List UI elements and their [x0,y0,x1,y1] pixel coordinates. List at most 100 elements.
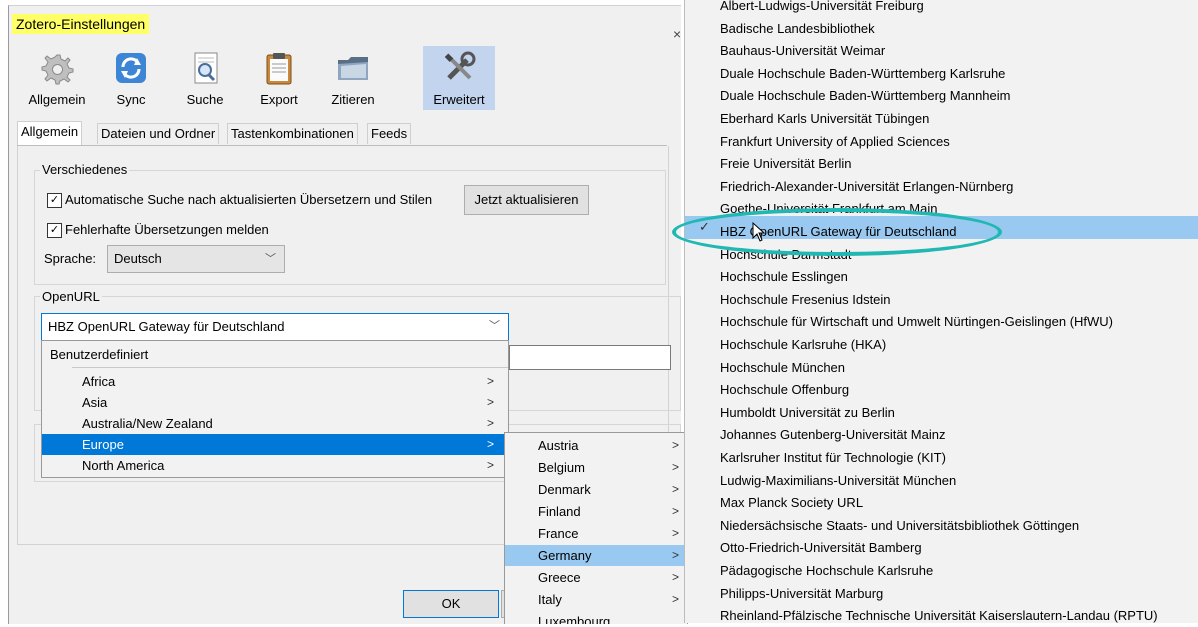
update-now-button[interactable]: Jetzt aktualisieren [464,185,589,215]
menu-item-label: France [538,526,579,541]
institution-item[interactable]: Frankfurt University of Applied Sciences [720,131,950,153]
toolbar-general[interactable]: Allgemein [21,46,93,110]
menu-item-asia[interactable]: Asia > [42,392,508,413]
toolbar-search[interactable]: Suche [169,46,241,110]
menu-item-italy[interactable]: Italy > [505,589,687,610]
report-broken-label: Fehlerhafte Übersetzungen melden [65,222,269,237]
institution-item[interactable]: Eberhard Karls Universität Tübingen [720,108,929,130]
resolver-select[interactable]: HBZ OpenURL Gateway für Deutschland ﹀ [41,313,509,341]
chevron-right-icon: > [671,460,679,474]
mouse-pointer-icon [752,222,766,242]
menu-item-label: Europe [82,437,124,452]
institution-item[interactable]: Badische Landesbibliothek [720,18,875,40]
toolbar-label: Export [260,92,298,107]
highlight-ellipse [672,208,1002,256]
institution-item[interactable]: Humboldt Universität zu Berlin [720,402,895,424]
menu-item-label: Australia/New Zealand [82,416,213,431]
menu-item-france[interactable]: France > [505,523,687,544]
menu-item-europe[interactable]: Europe > [42,434,508,455]
chevron-right-icon: > [671,504,679,518]
chevron-right-icon: > [486,374,494,388]
menu-item-greece[interactable]: Greece > [505,567,687,588]
chevron-right-icon: > [671,438,679,452]
toolbar-label: Suche [186,92,224,107]
toolbar-advanced[interactable]: Erweitert [423,46,495,110]
institution-item[interactable]: Otto-Friedrich-Universität Bamberg [720,537,922,559]
institution-item[interactable]: Pädagogische Hochschule Karlsruhe [720,560,933,582]
window-title: Zotero-Einstellungen [12,14,150,34]
institution-item[interactable]: Bauhaus-Universität Weimar [720,40,885,62]
institution-item[interactable]: Philipps-Universität Marburg [720,583,883,605]
menu-item-germany[interactable]: Germany > [505,545,687,566]
institution-item[interactable]: Hochschule für Wirtschaft und Umwelt Nür… [720,311,1113,333]
institution-item[interactable]: Niedersächsische Staats- und Universität… [720,515,1079,537]
menu-item-label: Asia [82,395,108,410]
toolbar-export[interactable]: Export [243,46,315,110]
sync-icon [116,53,146,83]
institution-item[interactable]: Duale Hochschule Baden-Württemberg Karls… [720,63,1005,85]
ok-button[interactable]: OK [403,590,499,618]
menu-item-label: Italy [538,592,562,607]
institution-item[interactable]: Max Planck Society URL [720,492,863,514]
resolver-menu: Benutzerdefiniert Africa > Asia > Austra… [41,340,509,478]
openurl-group-title: OpenURL [40,289,102,304]
folder-icon [338,57,368,80]
country-menu: Austria > Belgium > Denmark > Finland > … [504,432,688,624]
tab-general[interactable]: Allgemein [17,121,83,145]
menu-item-label: Austria [538,438,579,453]
institution-item[interactable]: Freie Universität Berlin [720,153,852,175]
institution-item[interactable]: Ludwig-Maximilians-Universität München [720,470,956,492]
menu-item-luxembourg[interactable]: Luxembourg [505,611,687,624]
chevron-right-icon: > [486,458,494,472]
chevron-right-icon: > [486,437,494,451]
report-broken-checkbox[interactable]: ✓ [47,223,62,238]
menu-item-label: Africa [82,374,116,389]
search-icon [194,52,218,84]
toolbar-label: Zitieren [331,92,375,107]
menu-item-africa[interactable]: Africa > [42,371,508,392]
chevron-right-icon: > [671,526,679,540]
institution-item[interactable]: Hochschule Karlsruhe (HKA) [720,334,886,356]
menu-item-finland[interactable]: Finland > [505,501,687,522]
toolbar-cite[interactable]: Zitieren [317,46,389,110]
menu-item-label: Belgium [538,460,585,475]
institution-item[interactable]: Hochschule Esslingen [720,266,848,288]
institution-item[interactable]: Duale Hochschule Baden-Württemberg Mannh… [720,85,1010,107]
menu-item-north-america[interactable]: North America > [42,455,508,476]
institution-item[interactable]: Hochschule Fresenius Idstein [720,289,891,311]
menu-item-label: Benutzerdefiniert [50,347,149,362]
chevron-down-icon: ﹀ [265,253,276,265]
menu-item-denmark[interactable]: Denmark > [505,479,687,500]
institution-item[interactable]: Rheinland-Pfälzische Technische Universi… [720,605,1158,627]
menu-item-label: Finland [538,504,581,519]
menu-item-custom[interactable]: Benutzerdefiniert [42,344,508,365]
toolbar-label: Allgemein [28,92,86,107]
menu-item-label: Denmark [538,482,591,497]
tools-icon [444,51,476,80]
menu-item-label: Greece [538,570,581,585]
tab-shortcuts[interactable]: Tastenkombinationen [227,123,358,144]
menu-item-belgium[interactable]: Belgium > [505,457,687,478]
language-label: Sprache: [44,251,97,266]
language-select[interactable]: Deutsch ﹀ [107,245,285,273]
auto-update-checkbox[interactable]: ✓ [47,193,62,208]
tab-feeds[interactable]: Feeds [367,123,412,144]
resolver-value: HBZ OpenURL Gateway für Deutschland [48,319,285,334]
institution-item[interactable]: Karlsruher Institut für Technologie (KIT… [720,447,946,469]
menu-item-australia[interactable]: Australia/New Zealand > [42,413,508,434]
openurl-field[interactable] [509,345,671,370]
auto-update-label: Automatische Suche nach aktualisierten Ü… [65,192,433,207]
menu-item-austria[interactable]: Austria > [505,435,687,456]
institution-item[interactable]: Hochschule München [720,357,845,379]
tab-files-folders[interactable]: Dateien und Ordner [97,123,220,144]
toolbar-sync[interactable]: Sync [95,46,167,110]
chevron-right-icon: > [671,570,679,584]
institution-item[interactable]: Friedrich-Alexander-Universität Erlangen… [720,176,1013,198]
close-icon[interactable]: × [673,26,681,42]
toolbar-label: Sync [116,92,146,107]
chevron-right-icon: > [671,592,679,606]
institution-item[interactable]: Johannes Gutenberg-Universität Mainz [720,424,945,446]
institution-menu: ✓ Albert-Ludwigs-Universität Freiburg Bad… [684,0,1198,623]
institution-item[interactable]: Hochschule Offenburg [720,379,849,401]
institution-item[interactable]: Albert-Ludwigs-Universität Freiburg [720,0,924,17]
